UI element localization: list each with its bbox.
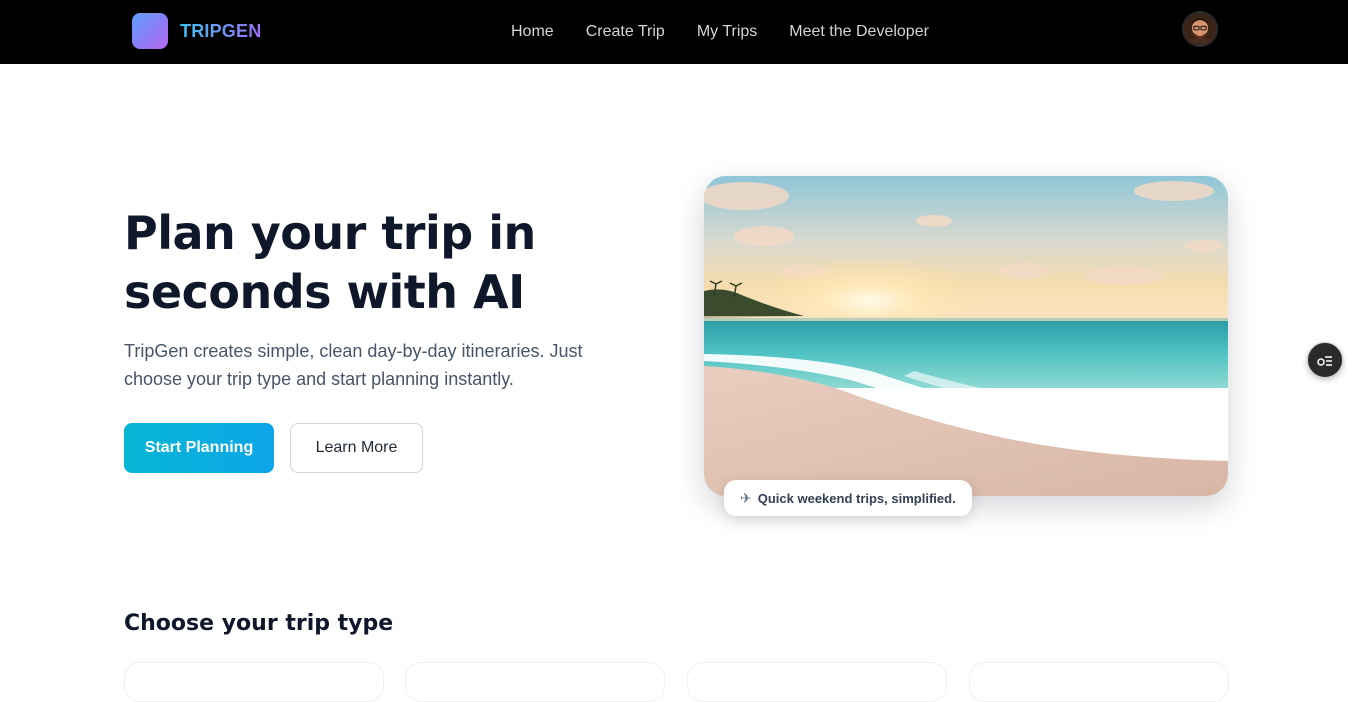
trip-type-card[interactable] (405, 662, 665, 702)
learn-more-button[interactable]: Learn More (290, 423, 423, 473)
nav-link-meet-developer[interactable]: Meet the Developer (789, 23, 929, 41)
avatar-portrait-icon (1184, 13, 1216, 45)
image-caption-pill: ✈ Quick weekend trips, simplified. (724, 480, 972, 516)
user-avatar[interactable] (1182, 11, 1218, 47)
hero-beach-image (704, 176, 1228, 496)
beach-sunset-illustration (704, 176, 1228, 496)
airplane-icon: ✈ (740, 489, 752, 506)
trip-types-heading: Choose your trip type (124, 611, 394, 636)
trip-type-card[interactable] (124, 662, 384, 702)
image-caption-text: Quick weekend trips, simplified. (757, 490, 956, 506)
top-navbar: TRIPGEN Home Create Trip My Trips Meet t… (0, 0, 1348, 64)
brand-name: TRIPGEN (180, 20, 262, 41)
hero-title: Plan your trip in seconds with AI (124, 206, 536, 319)
brand-link[interactable]: TRIPGEN (132, 13, 261, 49)
nav-links: Home Create Trip My Trips Meet the Devel… (511, 0, 929, 64)
nav-link-create-trip[interactable]: Create Trip (586, 23, 665, 41)
start-planning-button[interactable]: Start Planning (124, 423, 274, 473)
nav-link-home[interactable]: Home (511, 23, 554, 41)
hero-subtitle: TripGen creates simple, clean day-by-day… (124, 341, 583, 389)
brand-logo-icon (132, 13, 168, 49)
trip-type-card[interactable] (687, 662, 947, 702)
nav-link-my-trips[interactable]: My Trips (697, 23, 757, 41)
list-settings-icon (1317, 356, 1332, 366)
trip-type-card[interactable] (969, 662, 1229, 702)
floating-menu-button[interactable] (1307, 342, 1343, 378)
